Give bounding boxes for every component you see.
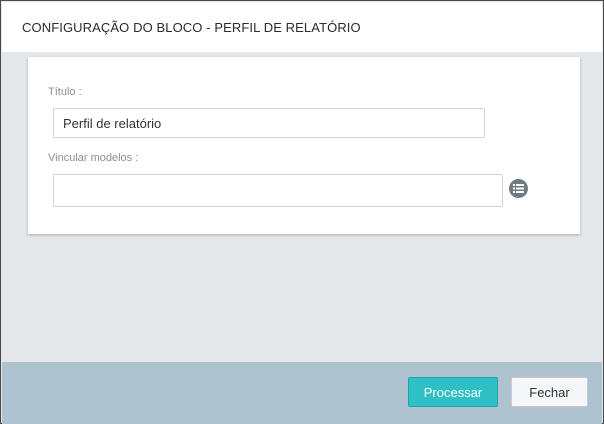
- dialog-header: CONFIGURAÇÃO DO BLOCO - PERFIL DE RELATÓ…: [2, 2, 602, 52]
- models-list-button[interactable]: [509, 179, 528, 198]
- process-button[interactable]: Processar: [408, 377, 498, 407]
- dialog-title: CONFIGURAÇÃO DO BLOCO - PERFIL DE RELATÓ…: [22, 20, 361, 35]
- block-config-dialog: CONFIGURAÇÃO DO BLOCO - PERFIL DE RELATÓ…: [0, 0, 604, 424]
- close-button[interactable]: Fechar: [511, 377, 588, 407]
- link-models-field-label: Vincular modelos :: [48, 152, 139, 164]
- link-models-input[interactable]: [53, 174, 503, 207]
- dialog-body: Título : Vincular modelos :: [2, 52, 602, 362]
- list-icon: [513, 184, 524, 193]
- form-card: Título : Vincular modelos :: [28, 57, 580, 234]
- dialog-footer: Processar Fechar: [2, 362, 602, 424]
- title-input[interactable]: [53, 108, 485, 138]
- title-field-label: Título :: [48, 86, 82, 98]
